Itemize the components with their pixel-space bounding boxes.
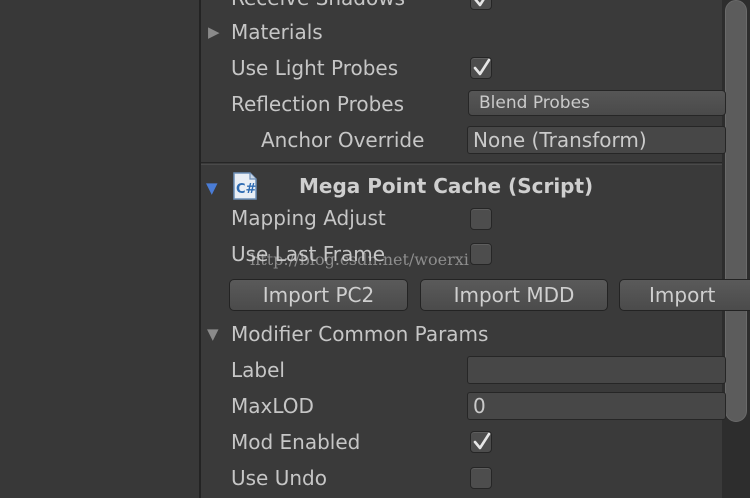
mod-enabled-checkbox[interactable]	[470, 431, 492, 453]
label-input[interactable]	[467, 356, 726, 384]
hierarchy-pane	[0, 0, 199, 498]
reflection-probes-label: Reflection Probes	[231, 92, 405, 116]
maxlod-label: MaxLOD	[231, 394, 314, 418]
svg-text:C#: C#	[236, 182, 257, 197]
mapping-adjust-checkbox[interactable]	[470, 208, 492, 230]
mod-enabled-label: Mod Enabled	[231, 430, 361, 454]
component-foldout-arrow-icon[interactable]: ▼	[206, 178, 218, 198]
checkmark-icon	[473, 58, 491, 76]
use-undo-label: Use Undo	[231, 466, 327, 490]
import-pc2-button[interactable]: Import PC2	[229, 279, 408, 311]
anchor-override-label: Anchor Override	[261, 128, 425, 152]
modifier-params-foldout-arrow-icon[interactable]: ▼	[207, 324, 219, 344]
anchor-override-field[interactable]: None (Transform)	[467, 126, 726, 154]
use-undo-checkbox[interactable]	[470, 467, 492, 489]
checkmark-icon	[473, 432, 491, 450]
component-separator	[201, 162, 722, 163]
receive-shadows-label: Receive Shadows	[231, 0, 405, 10]
checkmark-icon	[474, 0, 485, 7]
use-light-probes-checkbox[interactable]	[470, 57, 492, 79]
import-button[interactable]: Import	[619, 279, 750, 311]
receive-shadows-checkbox[interactable]	[470, 0, 492, 10]
csharp-script-icon: C#	[233, 172, 257, 200]
watermark-text: http://blog.csdn.net/woerxi	[250, 250, 469, 269]
import-mdd-button[interactable]: Import MDD	[420, 279, 608, 311]
use-last-frame-checkbox[interactable]	[470, 243, 492, 265]
modifier-params-label[interactable]: Modifier Common Params	[231, 322, 488, 346]
materials-label[interactable]: Materials	[231, 20, 323, 44]
inspector-scrollbar[interactable]	[722, 0, 750, 498]
component-title[interactable]: Mega Point Cache (Script)	[299, 174, 593, 198]
reflection-probes-dropdown[interactable]: Blend Probes	[468, 90, 726, 116]
materials-foldout-arrow-icon[interactable]: ▶	[208, 22, 220, 42]
scrollbar-thumb[interactable]	[725, 0, 747, 422]
use-light-probes-label: Use Light Probes	[231, 56, 399, 80]
component-separator-highlight	[201, 164, 722, 165]
mapping-adjust-label: Mapping Adjust	[231, 206, 386, 230]
maxlod-input[interactable]: 0	[467, 392, 726, 420]
label-field-label: Label	[231, 358, 285, 382]
